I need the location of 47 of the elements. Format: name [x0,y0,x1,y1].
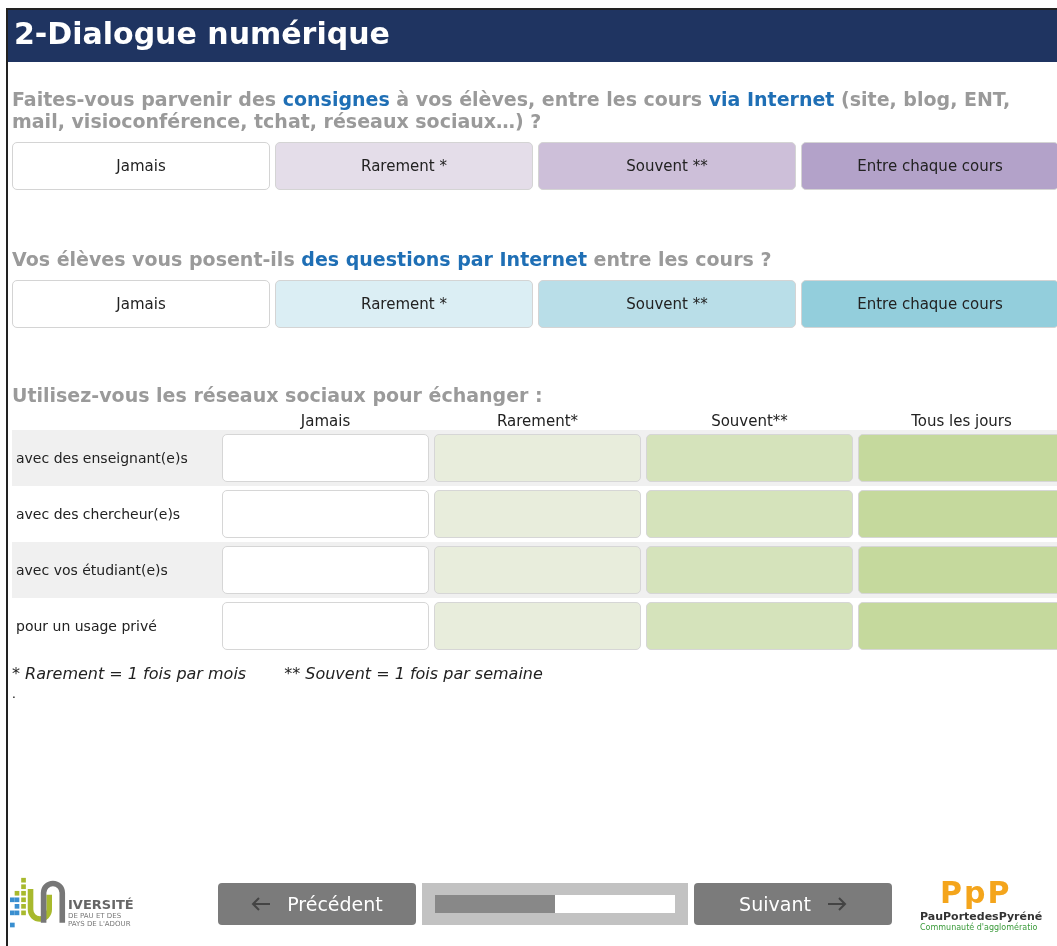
logo-text: IVERSITÉ [68,896,134,912]
answer-cell[interactable] [646,546,853,594]
answer-cell[interactable] [858,434,1057,482]
column-header: Rarement* [495,412,580,430]
answer-option[interactable]: Rarement * [275,142,533,190]
footnote: ** Souvent = 1 fois par semaine [284,664,543,683]
previous-button[interactable]: Précédent [218,882,416,925]
column-header: Souvent** [710,412,789,430]
answer-cell[interactable] [434,546,641,594]
row-label: pour un usage privé [15,618,158,634]
stray-mark: . [12,688,16,700]
answer-option[interactable]: Rarement * [275,280,533,328]
logo-text: PauPortedesPyréné [920,910,1043,923]
answer-cell[interactable] [858,490,1057,538]
answer-cell[interactable] [434,602,641,650]
left-arrow-icon [251,896,272,911]
answer-cell[interactable] [646,490,853,538]
column-header: Tous les jours [910,412,1013,430]
answer-cell[interactable] [222,434,429,482]
logo-text: PpP [939,875,1012,910]
answer-option[interactable]: Entre chaque cours [801,142,1057,190]
answer-cell[interactable] [646,602,853,650]
answer-cell[interactable] [434,490,641,538]
column-header: Jamais [299,412,352,430]
question-text: Utilisez-vous les réseaux sociaux pour échanger : [12,384,544,406]
row-label: avec des enseignant(e)s [15,450,189,466]
right-arrow-icon [826,896,847,911]
footnote: * Rarement = 1 fois par mois [12,664,247,683]
answer-cell[interactable] [858,602,1057,650]
question-text: Vos élèves vous posent-ils des questions par Internet entre les cours ? [12,248,773,270]
answer-cell[interactable] [646,434,853,482]
answer-cell[interactable] [222,602,429,650]
question-text: Faites-vous parvenir des consignes à vos élèves, entre les cours via Internet (site, blog, ENT, mail, visioconférence, tchat, réseaux sociaux…) ? [12,88,1012,132]
answer-cell[interactable] [434,434,641,482]
page-title: 2-Dialogue numérique [14,16,390,51]
logo-text: Communauté d'agglomératio [920,923,1038,932]
answer-cell[interactable] [222,490,429,538]
answer-option[interactable]: Entre chaque cours [801,280,1057,328]
answer-option[interactable]: Souvent ** [538,142,796,190]
next-button[interactable]: Suivant [694,882,892,925]
answer-option[interactable]: Jamais [12,142,270,190]
row-label: avec vos étudiant(e)s [15,562,169,578]
answer-cell[interactable] [858,546,1057,594]
answer-option[interactable]: Souvent ** [538,280,796,328]
answer-cell[interactable] [222,546,429,594]
row-label: avec des chercheur(e)s [15,506,182,522]
answer-option[interactable]: Jamais [12,280,270,328]
